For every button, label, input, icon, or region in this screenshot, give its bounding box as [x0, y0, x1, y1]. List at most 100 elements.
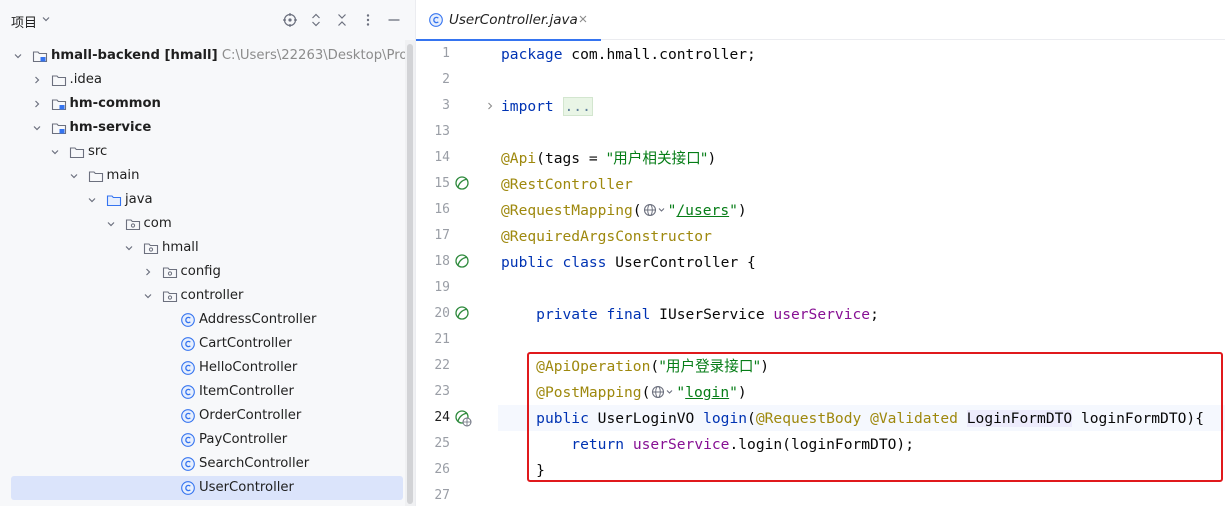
- line-number[interactable]: 21: [410, 332, 450, 347]
- expand-collapse-icon[interactable]: [308, 12, 324, 28]
- tree-item-usercontroller[interactable]: UserController: [11, 476, 403, 500]
- tree-item-main[interactable]: main: [0, 164, 404, 188]
- tree-item-ordercontroller[interactable]: OrderController: [0, 404, 404, 428]
- source-folder-icon: [106, 195, 122, 207]
- tree-item-itemcontroller[interactable]: ItemController: [0, 380, 404, 404]
- tree-item-src[interactable]: src: [0, 140, 404, 164]
- line-number[interactable]: 24: [410, 410, 450, 425]
- code-line-20: private final IUserService userService;: [536, 306, 879, 323]
- line-number[interactable]: 20: [410, 306, 450, 321]
- fold-expand-icon[interactable]: [485, 101, 495, 111]
- folded-imports[interactable]: ...: [562, 97, 593, 116]
- web-endpoint-icon[interactable]: [650, 384, 676, 400]
- project-panel-title[interactable]: 项目: [11, 12, 37, 31]
- chevron-down-icon[interactable]: [13, 51, 23, 61]
- more-options-icon[interactable]: [360, 12, 376, 28]
- editor-tab-bar: UserController.java: [416, 0, 1225, 41]
- tree-item-label: PayController: [199, 432, 288, 447]
- class-icon: [181, 385, 195, 399]
- line-number[interactable]: 23: [410, 384, 450, 399]
- tree-item-label: CartController: [199, 336, 292, 351]
- tree-item-label: controller: [180, 288, 244, 303]
- code-line-16: @RequestMapping("/users"): [501, 202, 747, 219]
- chevron-down-icon[interactable]: [41, 14, 51, 24]
- line-number[interactable]: 2: [410, 72, 450, 87]
- chevron-down-icon[interactable]: [87, 195, 97, 205]
- spring-endpoint-icon[interactable]: [454, 409, 472, 427]
- tree-item-label: main: [106, 168, 140, 183]
- line-number[interactable]: 22: [410, 358, 450, 373]
- tree-item-hmall[interactable]: hmall: [0, 236, 404, 260]
- package-icon: [125, 219, 140, 231]
- code-line-22: @ApiOperation("用户登录接口"): [536, 358, 769, 375]
- chevron-down-icon[interactable]: [143, 291, 153, 301]
- tree-item-label: AddressController: [199, 312, 317, 327]
- tree-item-com[interactable]: com: [0, 212, 404, 236]
- line-number[interactable]: 26: [410, 462, 450, 477]
- close-icon[interactable]: [578, 14, 588, 24]
- line-number[interactable]: 14: [410, 150, 450, 165]
- tree-item-hellocontroller[interactable]: HelloController: [0, 356, 404, 380]
- module-folder-icon: [51, 99, 66, 111]
- tree-item-hm-service[interactable]: hm-service: [0, 116, 404, 140]
- scrollbar-thumb[interactable]: [407, 44, 413, 504]
- tree-item-idea[interactable]: .idea: [0, 68, 404, 92]
- tree-item-addresscontroller[interactable]: AddressController: [0, 308, 404, 332]
- code-line-24: public UserLoginVO login(@RequestBody @V…: [536, 410, 1204, 427]
- class-icon: [181, 313, 195, 327]
- tree-item-config[interactable]: config: [0, 260, 404, 284]
- class-icon: [181, 481, 195, 495]
- code-line-14: @Api(tags = "用户相关接口"): [501, 150, 717, 167]
- line-number[interactable]: 15: [410, 176, 450, 191]
- spring-bean-icon[interactable]: [454, 305, 472, 323]
- editor-gutter: 1 2 3 13 14 15 16 17 18 19 20 21 22 23 24 25 26 27: [416, 41, 498, 506]
- tree-item-label: SearchController: [199, 456, 310, 471]
- class-icon: [181, 337, 195, 351]
- chevron-right-icon[interactable]: [32, 75, 42, 85]
- line-number[interactable]: 18: [410, 254, 450, 269]
- tree-item-label: com: [143, 216, 172, 231]
- module-folder-icon: [51, 123, 66, 135]
- chevron-down-icon[interactable]: [106, 219, 116, 229]
- chevron-down-icon[interactable]: [32, 123, 42, 133]
- chevron-down-icon[interactable]: [124, 243, 134, 253]
- collapse-all-icon[interactable]: [334, 12, 350, 28]
- project-panel-header: 项目: [0, 0, 415, 40]
- chevron-right-icon[interactable]: [143, 267, 153, 277]
- url-link-login[interactable]: login: [685, 384, 729, 401]
- spring-bean-icon[interactable]: [454, 175, 472, 193]
- chevron-right-icon[interactable]: [32, 99, 42, 109]
- class-icon: [181, 457, 195, 471]
- folder-icon: [69, 147, 85, 159]
- folder-icon: [88, 171, 103, 183]
- tree-item-java[interactable]: java: [0, 188, 404, 212]
- tree-item-searchcontroller[interactable]: SearchController: [0, 452, 404, 476]
- tree-item-cartcontroller[interactable]: CartController: [0, 332, 404, 356]
- tree-item-hm-common[interactable]: hm-common: [0, 92, 404, 116]
- package-icon: [143, 243, 159, 255]
- line-number[interactable]: 1: [410, 46, 450, 61]
- line-number[interactable]: 19: [410, 280, 450, 295]
- folder-icon: [51, 75, 66, 87]
- locate-icon[interactable]: [282, 12, 298, 28]
- tree-item-controller[interactable]: controller: [0, 284, 404, 308]
- project-tool-window: 项目 hmall-backend [hmall] C:\Users\22263\…: [0, 0, 416, 506]
- tree-item-label: hm-service: [69, 120, 152, 135]
- line-number[interactable]: 25: [410, 436, 450, 451]
- spring-bean-icon[interactable]: [454, 253, 472, 271]
- line-number[interactable]: 3: [410, 98, 450, 113]
- line-number[interactable]: 27: [410, 488, 450, 503]
- minimize-icon[interactable]: [386, 12, 402, 28]
- chevron-down-icon[interactable]: [50, 147, 60, 157]
- chevron-down-icon[interactable]: [69, 171, 79, 181]
- url-link-users[interactable]: /users: [676, 202, 729, 219]
- tree-item-hmall-backend[interactable]: hmall-backend [hmall] C:\Users\22263\Des…: [0, 44, 415, 68]
- package-icon: [162, 267, 177, 279]
- code-line-23: @PostMapping("login"): [536, 384, 747, 401]
- tree-item-paycontroller[interactable]: PayController: [0, 428, 404, 452]
- tab-user-controller[interactable]: UserController.java: [416, 0, 601, 41]
- line-number[interactable]: 17: [410, 228, 450, 243]
- web-endpoint-icon[interactable]: [642, 202, 668, 218]
- line-number[interactable]: 16: [410, 202, 450, 217]
- line-number[interactable]: 13: [410, 124, 450, 139]
